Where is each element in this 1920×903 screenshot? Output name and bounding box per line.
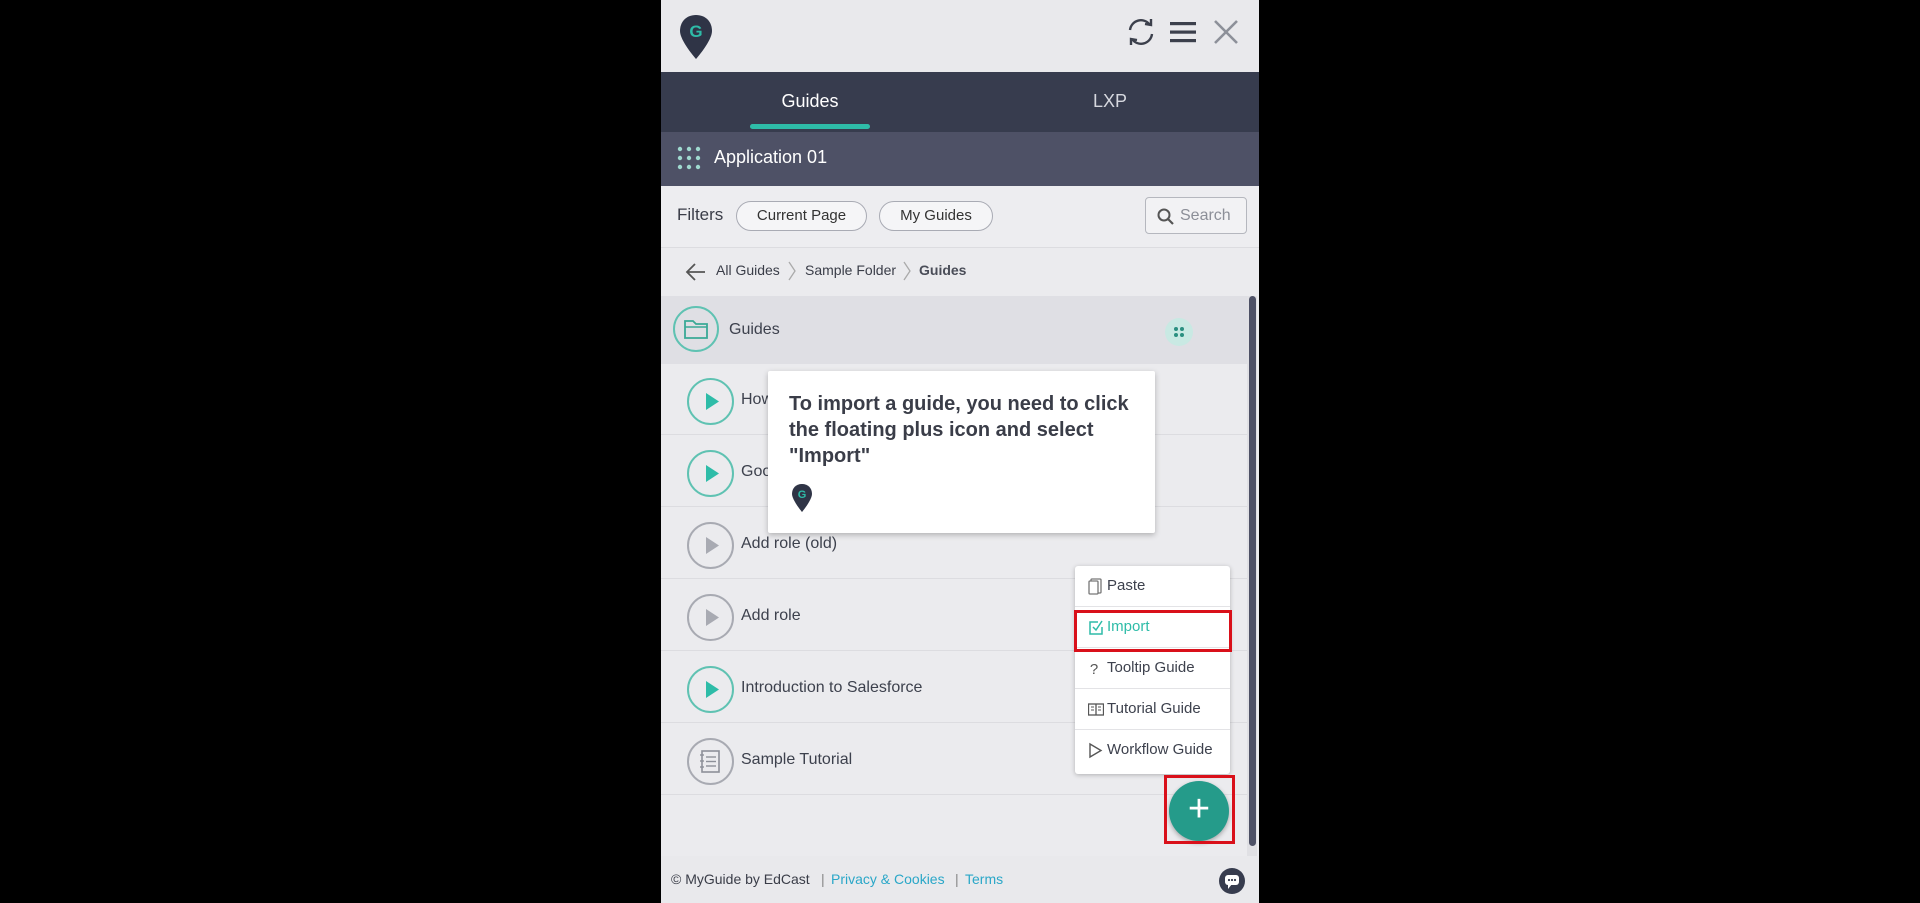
folder-icon-circle xyxy=(673,306,719,352)
back-arrow-icon[interactable] xyxy=(685,262,707,282)
list-scrollbar[interactable] xyxy=(1247,296,1257,856)
play-icon xyxy=(706,681,719,698)
list-item-label: Introduction to Salesforce xyxy=(741,679,923,696)
question-icon: ? xyxy=(1090,661,1098,677)
filters-bar: Filters Current Page My Guides Search xyxy=(661,186,1259,248)
footer: © MyGuide by EdCast | Privacy & Cookies … xyxy=(661,856,1259,903)
folder-label: Guides xyxy=(729,321,780,338)
play-icon xyxy=(706,537,719,554)
menu-item-label: Paste xyxy=(1107,577,1146,594)
import-highlight-box xyxy=(1074,610,1232,652)
search-icon xyxy=(1157,208,1174,225)
svg-text:G: G xyxy=(798,489,807,501)
tooltip-text: To import a guide, you need to click the… xyxy=(789,393,1129,467)
active-tab-indicator xyxy=(750,124,870,129)
chat-icon[interactable] xyxy=(1219,868,1245,894)
list-item-label: Goo xyxy=(741,463,772,480)
breadcrumb-guides: Guides xyxy=(919,262,967,278)
breadcrumb-sample-folder[interactable]: Sample Folder xyxy=(805,262,896,278)
footer-separator: | xyxy=(821,871,825,887)
play-icon-circle xyxy=(687,522,734,569)
application-name[interactable]: Application 01 xyxy=(714,147,827,168)
footer-separator: | xyxy=(955,871,959,887)
close-icon[interactable] xyxy=(1208,14,1244,50)
menu-item-label: Tutorial Guide xyxy=(1107,700,1201,717)
privacy-cookies-link[interactable]: Privacy & Cookies xyxy=(831,871,945,887)
list-item-label: Add role (old) xyxy=(741,535,838,552)
play-icon-circle xyxy=(687,594,734,641)
play-icon-circle xyxy=(687,378,734,425)
drag-handle-icon[interactable] xyxy=(1165,318,1193,346)
book-icon xyxy=(1088,703,1104,716)
svg-text:G: G xyxy=(689,22,702,41)
play-icon-circle xyxy=(687,666,734,713)
drag-dots-icon xyxy=(1174,327,1184,337)
breadcrumb-all-guides[interactable]: All Guides xyxy=(716,262,780,278)
guide-tooltip: To import a guide, you need to click the… xyxy=(768,371,1155,533)
myguide-logo-icon: G xyxy=(792,484,812,512)
breadcrumb: All Guides Sample Folder Guides xyxy=(661,248,1259,296)
app-grid-icon[interactable] xyxy=(677,146,701,170)
scrollbar-thumb[interactable] xyxy=(1249,296,1256,846)
play-icon xyxy=(706,393,719,410)
folder-row[interactable]: Guides xyxy=(661,296,1247,364)
chevron-right-icon xyxy=(903,261,911,281)
create-menu: Paste Import ? Tooltip Guide Tutorial Gu… xyxy=(1075,566,1230,774)
filters-label: Filters xyxy=(677,205,724,224)
hamburger-menu-icon[interactable] xyxy=(1165,14,1201,50)
menu-item-label: Tooltip Guide xyxy=(1107,659,1195,676)
application-bar: Application 01 xyxy=(661,132,1259,186)
play-outline-icon xyxy=(1089,742,1103,759)
menu-item-tooltip-guide[interactable]: ? Tooltip Guide xyxy=(1075,648,1230,689)
paste-icon xyxy=(1088,578,1102,595)
myguide-panel: G Guides LXP Application 01 Filters Curr… xyxy=(661,0,1259,903)
search-placeholder: Search xyxy=(1180,207,1231,224)
filter-chip-my-guides[interactable]: My Guides xyxy=(879,201,993,231)
search-input[interactable]: Search xyxy=(1145,197,1247,234)
footer-copyright: © MyGuide by EdCast xyxy=(671,871,810,887)
filter-chip-current-page[interactable]: Current Page xyxy=(736,201,867,231)
list-item-label: Add role xyxy=(741,607,801,624)
notebook-icon xyxy=(700,750,720,773)
fab-highlight-box xyxy=(1164,775,1235,844)
myguide-logo-icon: G xyxy=(680,15,712,59)
tab-guides[interactable]: Guides xyxy=(735,72,885,132)
menu-item-tutorial-guide[interactable]: Tutorial Guide xyxy=(1075,689,1230,730)
tab-bar: Guides LXP xyxy=(661,72,1259,132)
list-item-label: Sample Tutorial xyxy=(741,751,853,768)
header-bar: G xyxy=(661,0,1259,72)
play-icon xyxy=(706,609,719,626)
terms-link[interactable]: Terms xyxy=(965,871,1003,887)
menu-item-label: Workflow Guide xyxy=(1107,741,1213,758)
play-icon xyxy=(706,465,719,482)
play-icon-circle xyxy=(687,450,734,497)
menu-item-paste[interactable]: Paste xyxy=(1075,566,1230,607)
sync-icon[interactable] xyxy=(1123,14,1159,50)
menu-item-workflow-guide[interactable]: Workflow Guide xyxy=(1075,730,1230,771)
tab-lxp[interactable]: LXP xyxy=(1035,72,1185,132)
chat-bubble-icon xyxy=(1225,875,1239,889)
folder-icon xyxy=(684,320,708,339)
notebook-icon-circle xyxy=(687,738,734,785)
svg-text:?: ? xyxy=(1090,661,1098,677)
chevron-right-icon xyxy=(788,261,796,281)
